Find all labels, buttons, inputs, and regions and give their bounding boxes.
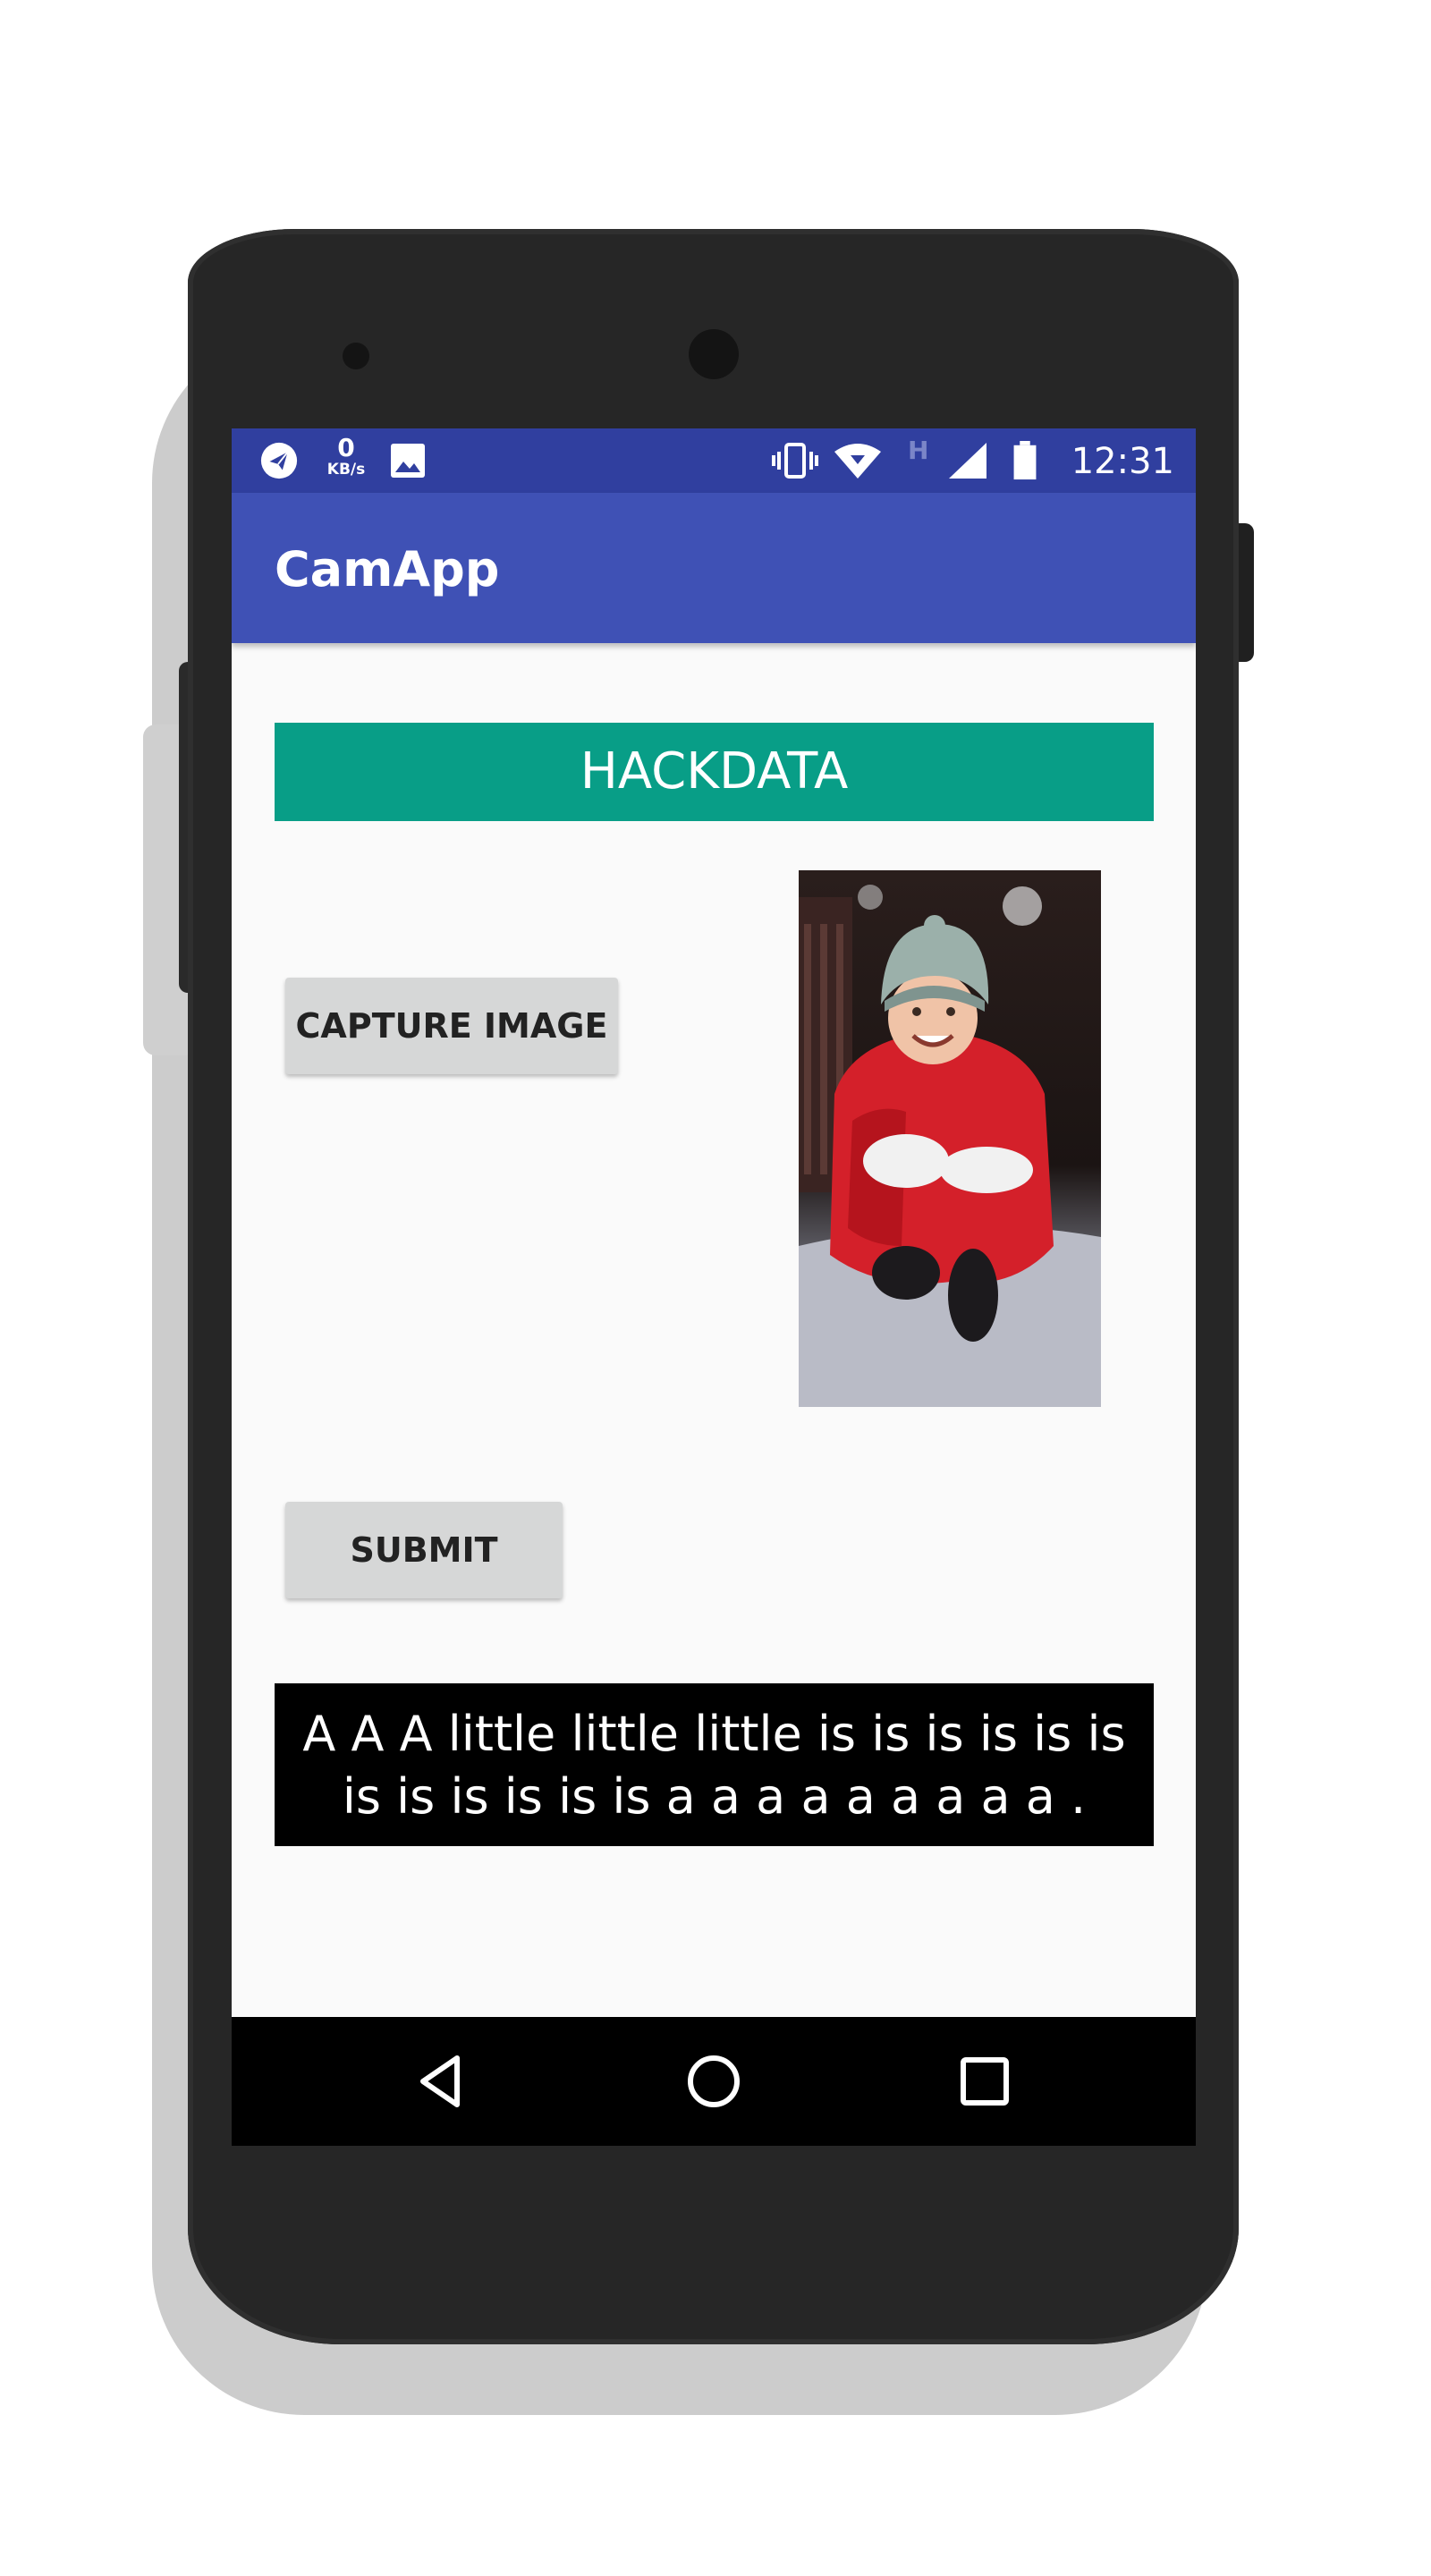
home-icon[interactable] [682,2049,746,2114]
device-frame: 0 KB/s H 12:31 CamApp HACKDATA CAPTURE I… [0,0,1431,2576]
wifi-icon [834,444,881,479]
screen: 0 KB/s H 12:31 CamApp HACKDATA CAPTURE I… [232,428,1196,2146]
proximity-sensor [343,343,369,369]
app-title: CamApp [275,541,500,597]
app-banner: HACKDATA [275,723,1154,821]
capture-image-button[interactable]: CAPTURE IMAGE [285,978,618,1074]
net-speed-value: 0 [337,433,355,462]
front-camera [689,329,739,379]
status-bar: 0 KB/s H 12:31 [232,428,1196,493]
signal-icon [949,443,986,479]
caption-output: A A A little little little is is is is i… [275,1683,1154,1846]
net-speed-unit: KB/s [326,461,366,479]
back-icon[interactable] [411,2049,475,2114]
submit-button[interactable]: SUBMIT [285,1502,563,1598]
app-bar: CamApp [232,493,1196,643]
network-type: H [908,436,929,465]
telegram-icon [260,442,298,479]
image-icon [391,444,425,478]
navigation-bar [232,2017,1196,2146]
captured-photo [799,870,1101,1407]
battery-icon [1013,441,1037,480]
clock: 12:31 [1071,441,1174,482]
vibrate-icon [772,443,818,479]
child-in-snow-photo [799,870,1101,1407]
net-speed: 0 KB/s [319,436,373,478]
recents-icon[interactable] [953,2049,1017,2114]
